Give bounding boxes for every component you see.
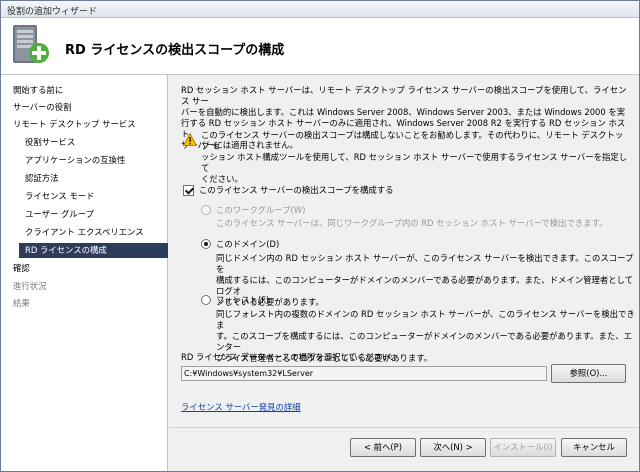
step-progress: 進行状況	[13, 281, 47, 291]
wizard-content: RD セッション ホスト サーバーは、リモート デスクトップ ライセンス サーバ…	[169, 75, 639, 471]
warning-icon	[183, 133, 197, 146]
step-authentication-method[interactable]: 認証方法	[25, 171, 59, 186]
database-location-label: RD ライセンス データベースの場所を選択してください:	[181, 352, 393, 362]
option-desc-line: す。このスコープを構成するには、このコンピューターがドメインのメンバーである必要…	[216, 331, 632, 352]
window-title: 役割の追加ウィザード	[7, 7, 98, 17]
wizard-header: RD ライセンスの検出スコープの構成	[1, 18, 639, 75]
install-button: インストール(I)	[490, 438, 556, 457]
warning-text: このライセンス サーバーの検出スコープは構成しないことをお勧めします。その代わり…	[201, 130, 631, 185]
option-desc-line: 同じドメイン内の RD セッション ホスト サーバーが、このライセンス サーバー…	[216, 253, 634, 274]
domain-option[interactable]: このドメイン(D)	[201, 238, 279, 250]
workgroup-description: このライセンス サーバーは、同じワークグループ内の RD セッション ホスト サ…	[216, 218, 631, 229]
page-title: RD ライセンスの検出スコープの構成	[65, 43, 285, 58]
description-line: バーを自動的に検出します。これは Windows Server 2008、Win…	[181, 107, 626, 117]
wizard-steps-sidebar: 開始する前に サーバーの役割 リモート デスクトップ サービス 役割サービス ア…	[1, 75, 168, 471]
forest-label: フォレスト(F)	[216, 295, 270, 305]
workgroup-label: このワークグループ(W)	[216, 205, 306, 215]
previous-button[interactable]: < 前へ(P)	[350, 438, 416, 457]
warning-line: このライセンス サーバーの検出スコープは構成しないことをお勧めします。その代わり…	[201, 130, 624, 151]
footer-divider	[169, 427, 639, 428]
database-path-field[interactable]: C:¥Windows¥system32¥LServer	[181, 366, 547, 381]
step-licensing-mode[interactable]: ライセンス モード	[25, 189, 95, 204]
step-remote-desktop-services[interactable]: リモート デスクトップ サービス	[13, 117, 136, 132]
domain-label: このドメイン(D)	[216, 239, 280, 249]
forest-radio[interactable]	[201, 295, 211, 305]
domain-description: 同じドメイン内の RD セッション ホスト サーバーが、このライセンス サーバー…	[216, 253, 636, 308]
configure-scope-checkbox[interactable]	[183, 184, 194, 196]
configure-scope-label: このライセンス サーバーの検出スコープを構成する	[199, 185, 394, 195]
workgroup-radio	[201, 205, 211, 215]
cancel-button[interactable]: キャンセル	[561, 438, 627, 457]
browse-button[interactable]: 参照(O)...	[551, 364, 626, 383]
option-desc-line: 同じフォレスト内の複数のドメインの RD セッション ホスト サーバーが、このラ…	[216, 309, 635, 330]
title-bar[interactable]: 役割の追加ウィザード	[1, 1, 639, 18]
step-rd-licensing-config[interactable]: RD ライセンスの構成	[19, 243, 168, 258]
option-desc-line: このライセンス サーバーは、同じワークグループ内の RD セッション ホスト サ…	[216, 218, 608, 228]
server-add-icon	[13, 25, 49, 63]
wizard-window: 役割の追加ウィザード RD ライセンスの検出スコープの構成 開始する前に サーバ…	[0, 0, 640, 472]
step-user-groups[interactable]: ユーザー グループ	[25, 207, 94, 222]
configure-scope-option[interactable]: このライセンス サーバーの検出スコープを構成する	[183, 183, 394, 197]
warning-line: ッション ホスト構成ツールを使用して、RD セッション ホスト サーバーで使用す…	[201, 152, 628, 173]
license-server-discovery-link[interactable]: ライセンス サーバー発見の詳細	[181, 401, 301, 413]
step-results: 結果	[13, 298, 30, 308]
workgroup-option: このワークグループ(W)	[201, 204, 305, 216]
step-server-roles[interactable]: サーバーの役割	[13, 100, 72, 115]
step-app-compatibility[interactable]: アプリケーションの互換性	[25, 153, 125, 168]
description-line: RD セッション ホスト サーバーは、リモート デスクトップ ライセンス サーバ…	[181, 85, 627, 106]
domain-radio[interactable]	[201, 239, 211, 249]
step-role-services[interactable]: 役割サービス	[25, 135, 75, 150]
next-button[interactable]: 次へ(N) >	[420, 438, 486, 457]
step-before-you-begin[interactable]: 開始する前に	[13, 83, 63, 98]
forest-option[interactable]: フォレスト(F)	[201, 294, 269, 306]
option-desc-line: ンしている必要があります。	[216, 297, 324, 307]
option-desc-line: 構成するには、このコンピューターがドメインのメンバーである必要があります。また、…	[216, 275, 634, 296]
step-confirmation[interactable]: 確認	[13, 261, 30, 276]
step-client-experience[interactable]: クライアント エクスペリエンス	[25, 225, 144, 240]
